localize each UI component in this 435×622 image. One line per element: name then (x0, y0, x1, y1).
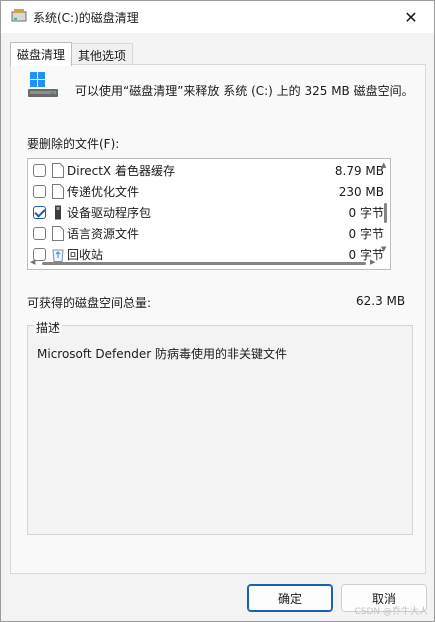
tab-label: 磁盘清理 (17, 48, 66, 62)
file-size: 0 字节 (348, 206, 384, 220)
disk-cleanup-panel: 可以使用“磁盘清理”来释放 系统 (C:) 上的 325 MB 磁盘空间。 要删… (10, 64, 426, 574)
checkbox-checked[interactable] (33, 206, 46, 219)
ok-button[interactable]: 确定 (247, 584, 333, 612)
checkbox[interactable] (33, 164, 46, 177)
checkbox[interactable] (33, 227, 46, 240)
scroll-left-arrow-icon[interactable]: ◀ (30, 258, 35, 266)
space-gained-label: 可获得的磁盘空间总量: (27, 296, 152, 310)
driver-icon (55, 205, 61, 220)
scroll-right-arrow-icon[interactable]: ▶ (370, 258, 375, 266)
close-icon: ✕ (404, 7, 418, 27)
watermark: CSDN @乔牛大人 (354, 607, 428, 617)
disk-cleanup-window: 系统(C:)的磁盘清理 ✕ 磁盘清理 其他选项 可以使用“磁盘清理”来释放 系统… (0, 0, 435, 622)
list-item[interactable]: 传递优化文件 230 MB (28, 181, 390, 202)
tab-more-options[interactable]: 其他选项 (71, 43, 134, 65)
title-bar: 系统(C:)的磁盘清理 ✕ (1, 1, 434, 33)
ok-button-label: 确定 (277, 591, 302, 606)
list-horizontal-scrollbar[interactable]: ◀ ▶ (28, 257, 380, 269)
file-size: 230 MB (338, 184, 384, 199)
scroll-up-arrow-icon[interactable]: ▲ (381, 161, 386, 169)
scroll-thumb[interactable] (42, 262, 366, 265)
close-button[interactable]: ✕ (388, 1, 434, 33)
tab-disk-cleanup[interactable]: 磁盘清理 (10, 42, 73, 66)
file-name: DirectX 着色器缓存 (67, 164, 175, 178)
file-name: 传递优化文件 (67, 185, 140, 199)
description-title: 描述 (34, 319, 63, 336)
scroll-thumb[interactable] (384, 203, 387, 223)
checkbox[interactable] (33, 185, 46, 198)
file-icon (52, 184, 64, 199)
description-text: Microsoft Defender 防病毒使用的非关键文件 (37, 347, 288, 361)
description-group: 描述 Microsoft Defender 防病毒使用的非关键文件 (27, 319, 413, 535)
window-title: 系统(C:)的磁盘清理 (33, 11, 139, 25)
file-name: 语言资源文件 (67, 227, 140, 241)
scroll-down-arrow-icon[interactable]: ▼ (381, 245, 386, 253)
list-item[interactable]: DirectX 着色器缓存 8.79 MB (28, 160, 390, 181)
disk-cleanup-app-icon (11, 9, 27, 22)
list-item[interactable]: 设备驱动程序包 0 字节 (28, 202, 390, 223)
files-to-delete-list[interactable]: DirectX 着色器缓存 8.79 MB 传递优化文件 230 MB 设备驱动… (27, 158, 391, 270)
drive-icon (28, 72, 58, 97)
file-name: 设备驱动程序包 (67, 206, 152, 220)
header-description: 可以使用“磁盘清理”来释放 系统 (C:) 上的 325 MB 磁盘空间。 (75, 84, 414, 98)
space-gained-value: 62.3 MB (356, 294, 406, 308)
tab-label: 其他选项 (78, 49, 127, 63)
file-size: 0 字节 (348, 227, 384, 241)
list-item[interactable]: 语言资源文件 0 字节 (28, 223, 390, 244)
file-size: 8.79 MB (334, 163, 384, 178)
file-icon (52, 226, 64, 241)
list-vertical-scrollbar[interactable]: ▲ ▼ (380, 159, 390, 255)
file-icon (52, 163, 64, 178)
files-to-delete-label: 要删除的文件(F): (27, 137, 120, 151)
